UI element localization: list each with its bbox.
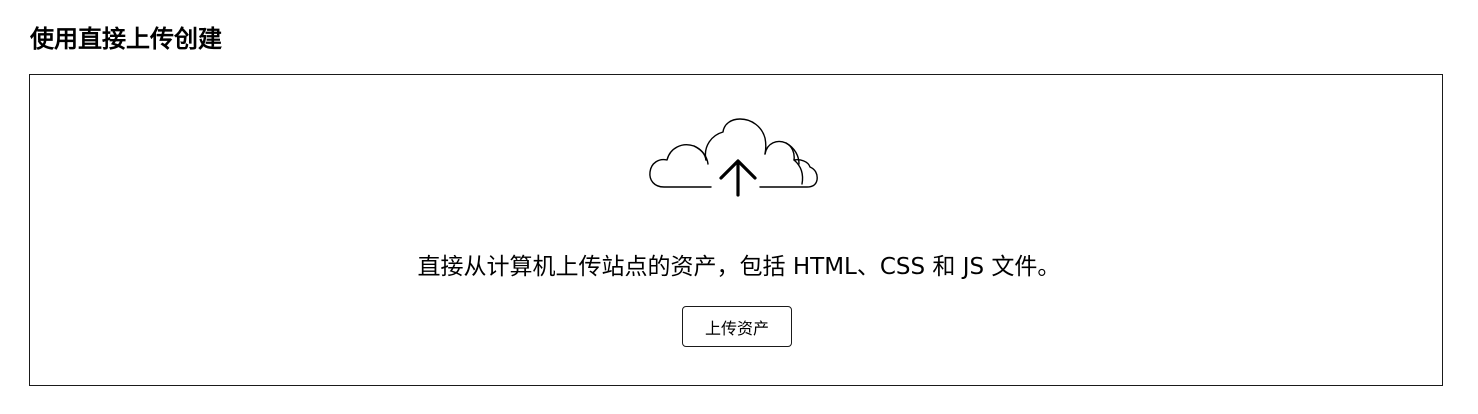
cloud-upload-icon — [649, 118, 818, 197]
section-title: 使用直接上传创建 — [30, 25, 222, 53]
upload-description: 直接从计算机上传站点的资产，包括 HTML、CSS 和 JS 文件。 — [417, 254, 1061, 280]
upload-assets-button[interactable]: 上传资产 — [682, 306, 792, 347]
